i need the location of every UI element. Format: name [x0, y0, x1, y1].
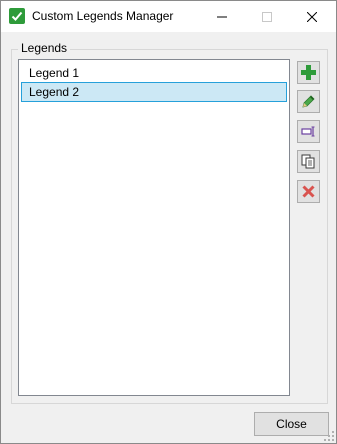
rename-icon — [301, 126, 315, 137]
legends-listbox[interactable]: Legend 1 Legend 2 — [18, 59, 290, 396]
window-close-button[interactable] — [289, 1, 334, 32]
pencil-icon — [302, 95, 315, 108]
window-title: Custom Legends Manager — [32, 9, 174, 23]
copy-icon — [301, 154, 315, 169]
checkmark-app-icon — [9, 8, 25, 24]
legends-group-label: Legends — [18, 41, 71, 55]
delete-x-icon — [302, 185, 315, 198]
delete-legend-button[interactable] — [297, 180, 320, 203]
minimize-icon — [216, 16, 227, 17]
plus-icon — [301, 65, 316, 80]
close-button[interactable]: Close — [254, 412, 329, 436]
maximize-icon — [261, 11, 272, 22]
edit-legend-button[interactable] — [297, 90, 320, 113]
list-item-selected[interactable]: Legend 2 — [21, 82, 287, 102]
custom-legends-manager-window: Custom Legends Manager Legends Legend 1 … — [0, 0, 337, 444]
copy-legend-button[interactable] — [297, 150, 320, 173]
list-item[interactable]: Legend 1 — [21, 63, 287, 83]
rename-legend-button[interactable] — [297, 120, 320, 143]
maximize-button — [244, 1, 289, 32]
resize-grip-icon[interactable] — [324, 431, 334, 441]
add-legend-button[interactable] — [297, 61, 320, 84]
close-icon — [306, 11, 317, 22]
title-bar: Custom Legends Manager — [1, 1, 336, 32]
minimize-button[interactable] — [199, 1, 244, 32]
